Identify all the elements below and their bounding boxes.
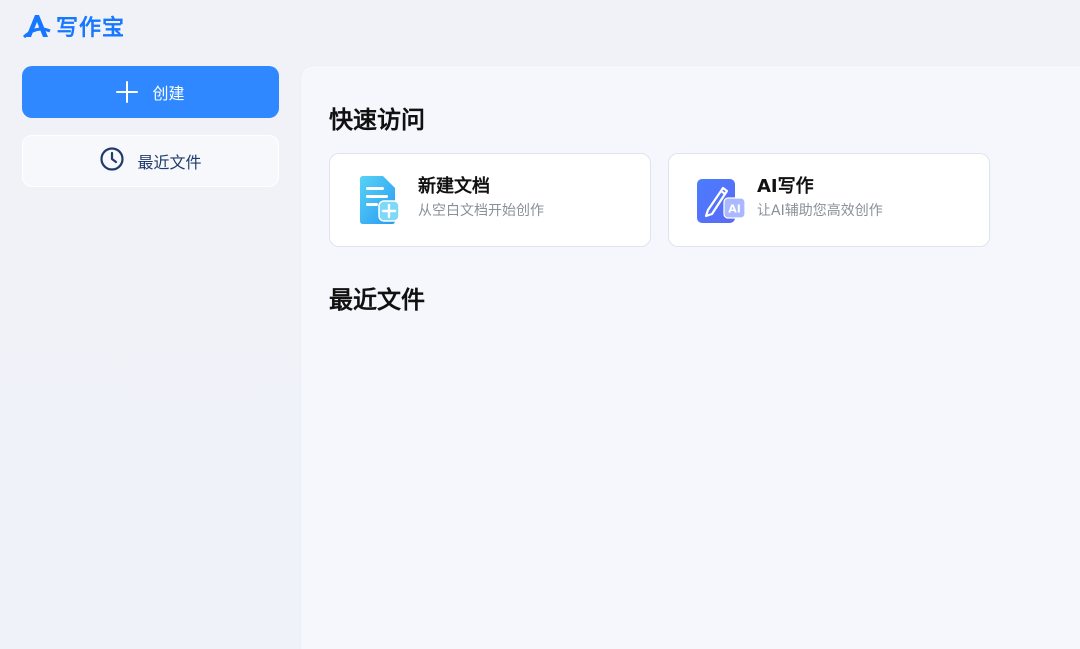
ai-writing-subtitle: 让AI辅助您高效创作 — [757, 203, 883, 219]
new-document-title: 新建文档 — [418, 176, 490, 197]
create-button[interactable]: 创建 — [22, 66, 279, 118]
create-button-label: 创建 — [152, 84, 185, 103]
app-logo[interactable]: 写作宝 — [22, 11, 125, 41]
clock-icon — [99, 146, 125, 176]
sidebar-item-label: 最近文件 — [137, 153, 202, 172]
new-document-subtitle: 从空白文档开始创作 — [418, 203, 544, 219]
new-document-icon — [357, 176, 403, 226]
ai-pen-icon: AI — [696, 176, 746, 226]
logo-icon — [22, 11, 52, 41]
ai-writing-card[interactable]: AI AI写作 让AI辅助您高效创作 — [668, 153, 990, 247]
app-window: 写作宝 创建 最近文件 快速访问 新建文档 从空白文档开始创作 AI AI写作 … — [0, 0, 1080, 649]
recent-files-title: 最近文件 — [329, 286, 425, 314]
quick-access-title: 快速访问 — [329, 106, 425, 134]
new-document-card[interactable]: 新建文档 从空白文档开始创作 — [329, 153, 651, 247]
sidebar-item-recent-files[interactable]: 最近文件 — [22, 135, 279, 187]
sidebar: 创建 最近文件 — [22, 66, 279, 187]
ai-writing-title: AI写作 — [757, 176, 814, 197]
main-panel: 快速访问 新建文档 从空白文档开始创作 AI AI写作 让AI辅助您高效创作 最… — [301, 66, 1080, 649]
logo-text: 写作宝 — [56, 16, 126, 41]
svg-text:AI: AI — [728, 203, 741, 216]
plus-icon — [116, 81, 139, 103]
